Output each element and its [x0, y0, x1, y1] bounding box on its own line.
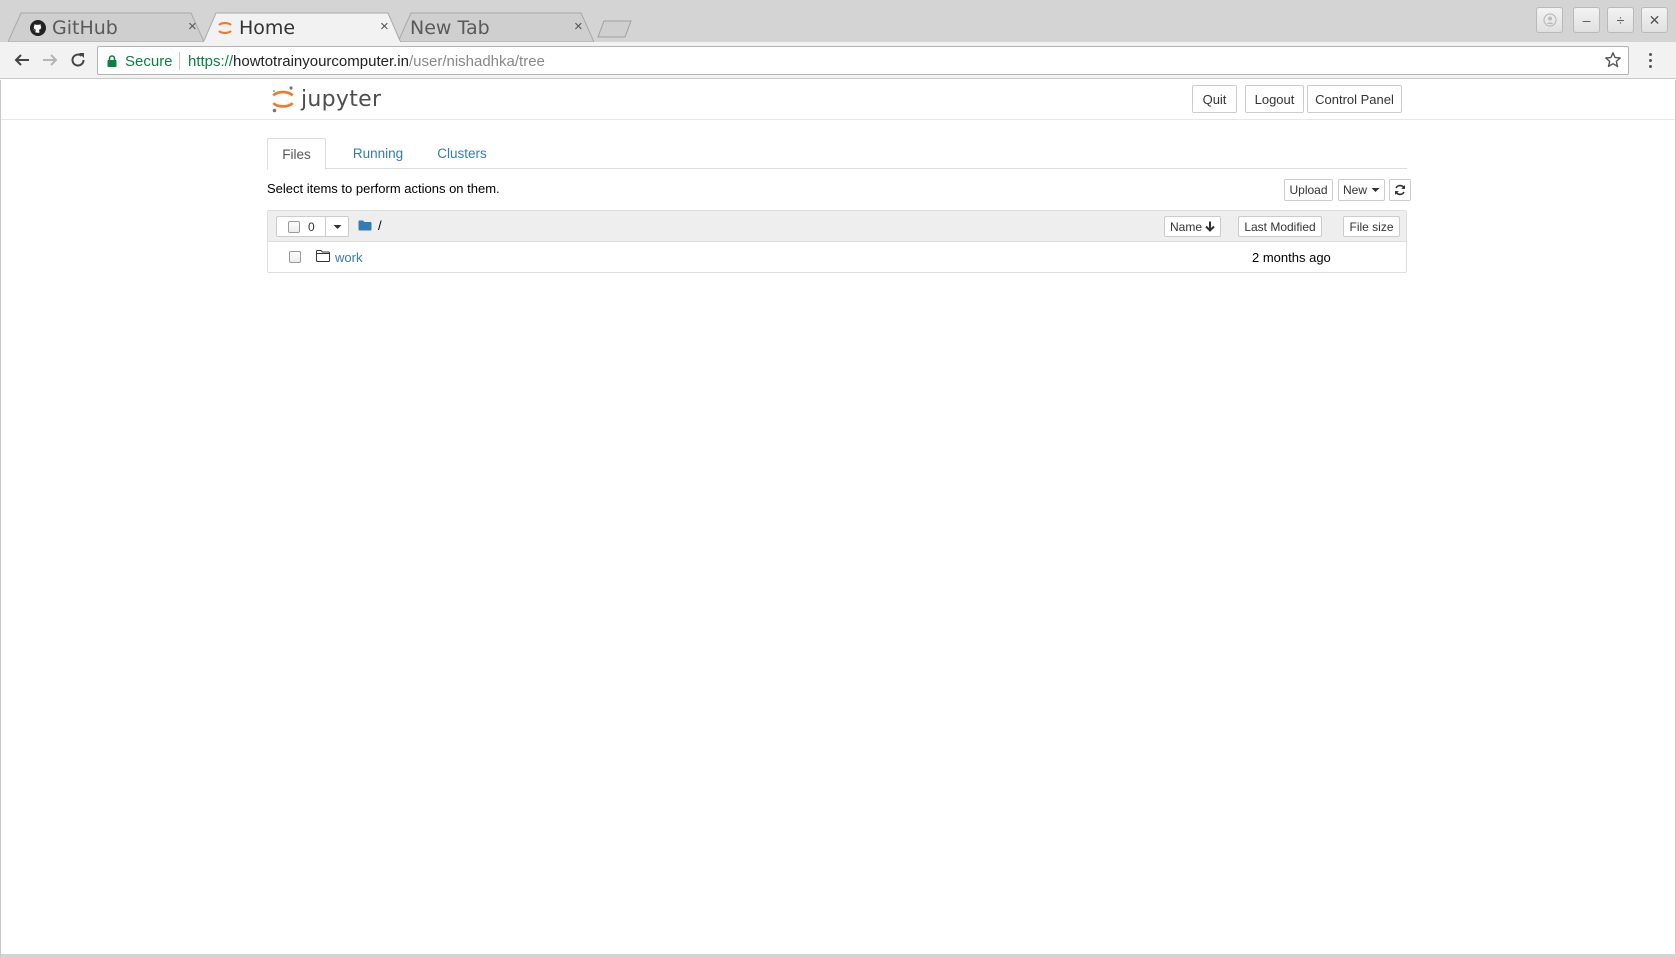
forward-button[interactable] [38, 48, 62, 72]
window-bottom-border [1, 954, 1676, 958]
browser-menu-button[interactable] [1640, 48, 1660, 72]
table-row[interactable]: work 2 months ago [268, 242, 1406, 273]
url-scheme: https:// [188, 53, 234, 70]
jupyter-logo-icon [272, 86, 294, 113]
omnibox-separator [179, 52, 180, 70]
jupyter-logo-text: jupyter [301, 86, 382, 112]
jupyter-icon [218, 22, 232, 34]
url-path: /user/nishadhka/tree [408, 53, 545, 70]
select-hint-text: Select items to perform actions on them. [267, 181, 500, 196]
reload-button[interactable] [66, 48, 90, 72]
tab-title: Home [239, 17, 296, 39]
minimize-button[interactable]: – [1573, 7, 1600, 33]
new-button-label: New [1342, 183, 1367, 197]
logout-button[interactable]: Logout [1245, 85, 1304, 113]
page-content: jupyter Quit Logout Control Panel Files … [0, 80, 1676, 958]
new-dropdown-button[interactable]: New [1338, 179, 1385, 201]
profile-button[interactable] [1536, 7, 1563, 33]
breadcrumb[interactable]: / [358, 218, 382, 233]
file-list-header: 0 / Name Last Modified File size [268, 211, 1406, 242]
tab-clusters[interactable]: Clusters [420, 138, 504, 169]
selection-control[interactable]: 0 [276, 216, 349, 237]
tab-title: GitHub [52, 17, 118, 39]
control-panel-button[interactable]: Control Panel [1307, 85, 1402, 113]
jupyter-logo[interactable]: jupyter [271, 84, 381, 114]
tab-files[interactable]: Files [267, 138, 326, 170]
select-all-checkbox[interactable] [288, 221, 300, 233]
tab-running[interactable]: Running [336, 138, 420, 169]
jupyter-tabs: Files Running Clusters [267, 138, 1407, 170]
quit-button[interactable]: Quit [1192, 85, 1237, 113]
column-name-label: Name [1169, 219, 1202, 234]
bookmark-star-icon[interactable] [1604, 51, 1622, 69]
arrow-down-icon [1205, 221, 1215, 232]
menu-dot [1648, 52, 1652, 56]
folder-icon [358, 220, 372, 231]
url-host: howtotrainyourcomputer.in [233, 53, 409, 70]
lock-icon [107, 55, 117, 67]
refresh-button[interactable] [1389, 179, 1411, 201]
tab-close-button[interactable]: × [380, 17, 389, 37]
close-window-button[interactable]: ✕ [1641, 7, 1668, 33]
breadcrumb-root[interactable]: / [378, 218, 382, 233]
arrow-right-icon [43, 54, 58, 66]
item-checkbox[interactable] [289, 251, 301, 263]
sort-by-last-modified-button[interactable]: Last Modified [1238, 216, 1322, 237]
item-last-modified: 2 months ago [1252, 250, 1331, 265]
file-list: 0 / Name Last Modified File size work 2 … [267, 210, 1407, 273]
tab-close-button[interactable]: × [574, 17, 583, 37]
menu-dot [1648, 58, 1652, 62]
item-name-link[interactable]: work [335, 250, 362, 265]
tab-close-button[interactable]: × [188, 17, 197, 37]
github-icon [30, 20, 46, 36]
selection-menu-button[interactable] [325, 216, 349, 237]
caret-down-icon [333, 224, 341, 229]
url-text: https://howtotrainyourcomputer.in/user/n… [188, 53, 545, 70]
address-bar[interactable]: Secure https://howtotrainyourcomputer.in… [97, 46, 1629, 75]
new-tab-button[interactable] [597, 20, 633, 38]
jupyter-header: jupyter Quit Logout Control Panel [1, 80, 1675, 120]
maximize-button[interactable]: ÷ [1607, 7, 1634, 33]
sort-by-file-size-button[interactable]: File size [1343, 216, 1400, 237]
caret-down-icon [1371, 188, 1380, 192]
profile-icon [1542, 13, 1557, 27]
back-button[interactable] [10, 48, 34, 72]
reload-icon [71, 53, 85, 67]
upload-button[interactable]: Upload [1284, 179, 1333, 201]
folder-outline-icon [316, 250, 330, 262]
select-all-box[interactable]: 0 [276, 216, 326, 237]
tab-title: New Tab [410, 17, 490, 39]
refresh-icon [1395, 184, 1405, 196]
browser-tabstrip: GitHub × New Tab × Home × – ÷ ✕ [0, 0, 1676, 43]
arrow-left-icon [14, 54, 29, 66]
sort-by-name-button[interactable]: Name [1164, 216, 1221, 237]
browser-tab-github[interactable]: GitHub × [8, 12, 204, 42]
secure-label: Secure [125, 53, 173, 70]
browser-tab-new-tab[interactable]: New Tab × [398, 12, 594, 42]
menu-dot [1648, 64, 1652, 68]
browser-toolbar: Secure https://howtotrainyourcomputer.in… [0, 42, 1676, 79]
selected-count: 0 [308, 220, 315, 234]
browser-tab-home[interactable]: Home × [203, 12, 401, 43]
